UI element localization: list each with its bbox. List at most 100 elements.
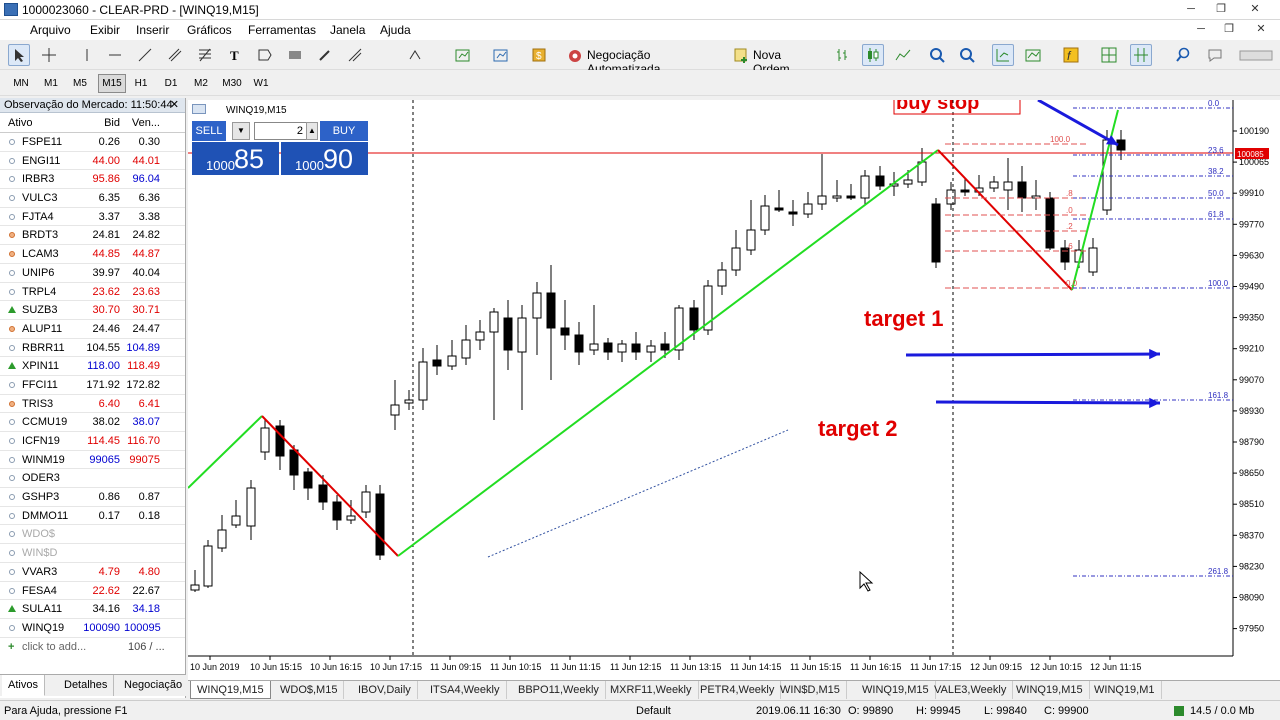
chart-canvas[interactable]: 1001901000659991099770996309949099350992… <box>188 100 1280 680</box>
chart-tab[interactable]: BBPO11,Weekly <box>512 681 606 699</box>
label-tool[interactable] <box>254 44 276 66</box>
market-watch-row[interactable]: SULA11 34.16 34.18 <box>0 600 185 619</box>
market-watch-row[interactable]: LCAM3 44.85 44.87 <box>0 245 185 264</box>
search-icon[interactable] <box>1172 44 1194 66</box>
menu-ajuda[interactable]: Ajuda <box>380 23 411 37</box>
tf-m30[interactable]: M30 <box>218 74 246 93</box>
buy-price[interactable]: 1000 90 <box>281 142 368 175</box>
new-chart-button[interactable] <box>452 44 474 66</box>
volume-up-icon[interactable]: ▲ <box>306 122 318 140</box>
vertical-line-tool[interactable] <box>76 44 98 66</box>
add-symbol-row[interactable]: + click to add... 106 / ... <box>0 638 185 658</box>
cursor-tool[interactable] <box>8 44 30 66</box>
market-watch-row[interactable]: FSPE11 0.26 0.30 <box>0 133 185 152</box>
crosshair-tool[interactable] <box>38 44 60 66</box>
account-button[interactable] <box>1236 44 1276 66</box>
tf-mn[interactable]: MN <box>8 74 34 93</box>
autoscroll-button[interactable] <box>992 44 1014 66</box>
market-watch-row[interactable]: IRBR3 95.86 96.04 <box>0 170 185 190</box>
tf-d1[interactable]: D1 <box>158 74 184 93</box>
market-watch-row[interactable]: ODER3 <box>0 469 185 489</box>
market-watch-row[interactable]: CCMU19 38.02 38.07 <box>0 413 185 432</box>
tab-negociacao[interactable]: Negociação <box>118 675 190 696</box>
market-watch-row[interactable]: ICFN19 114.45 116.70 <box>0 432 185 451</box>
rectangle-tool[interactable] <box>284 44 306 66</box>
shapes-tool[interactable] <box>404 44 426 66</box>
chat-icon[interactable] <box>1204 44 1226 66</box>
chart-tab[interactable]: WIN$D,M15 <box>774 681 847 699</box>
tf-m1[interactable]: M1 <box>38 74 64 93</box>
minimize-button[interactable]: ─ <box>1180 2 1202 17</box>
chart-tab[interactable]: WINQ19,M15 <box>190 681 271 699</box>
col-symbol[interactable]: Ativo <box>8 117 32 129</box>
auto-trading-button[interactable]: Negociação Automatizada <box>564 44 724 76</box>
zoom-out-icon[interactable] <box>956 44 978 66</box>
period-separators-button[interactable] <box>1130 44 1152 66</box>
buy-button[interactable]: BUY <box>320 121 368 141</box>
market-watch-row[interactable]: WINM19 99065 99075 <box>0 451 185 470</box>
market-watch-row[interactable]: TRIS3 6.40 6.41 <box>0 395 185 414</box>
tf-m15[interactable]: M15 <box>98 74 126 93</box>
chart-tab[interactable]: PETR4,Weekly <box>694 681 782 699</box>
market-watch-button[interactable]: $ <box>528 44 550 66</box>
pitchfork-tool[interactable] <box>344 44 366 66</box>
market-watch-row[interactable]: WDO$ <box>0 525 185 545</box>
new-order-button[interactable]: Nova Ordem <box>730 44 820 76</box>
zoom-in-icon[interactable] <box>926 44 948 66</box>
market-watch-row[interactable]: RBRR11 104.55 104.89 <box>0 339 185 358</box>
close-button[interactable]: ✕ <box>1244 2 1266 17</box>
market-watch-row[interactable]: XPIN11 118.00 118.49 <box>0 357 185 376</box>
chart-tab[interactable]: WINQ19,M1 <box>1088 681 1162 699</box>
market-watch-close-icon[interactable]: ✕ <box>170 98 179 112</box>
market-watch-row[interactable]: ENGI11 44.00 44.01 <box>0 152 185 171</box>
volume-down-icon[interactable]: ▼ <box>232 122 250 140</box>
market-watch-row[interactable]: FJTA4 3.37 3.38 <box>0 208 185 227</box>
indicators-button[interactable] <box>1022 44 1044 66</box>
market-watch-row[interactable]: VULC3 6.35 6.36 <box>0 189 185 208</box>
pen-tool[interactable] <box>314 44 336 66</box>
tf-m2[interactable]: M2 <box>188 74 214 93</box>
text-tool[interactable]: T <box>224 44 246 66</box>
chart-tab[interactable]: IBOV,Daily <box>352 681 418 699</box>
menu-graficos[interactable]: Gráficos <box>187 23 232 37</box>
market-watch-row[interactable]: TRPL4 23.62 23.63 <box>0 283 185 302</box>
bar-chart-button[interactable] <box>832 44 854 66</box>
market-watch-row[interactable]: UNIP6 39.97 40.04 <box>0 264 185 283</box>
chart-tab[interactable]: WINQ19,M15 <box>856 681 936 699</box>
candlestick-button[interactable] <box>862 44 884 66</box>
market-watch-row[interactable]: SUZB3 30.70 30.71 <box>0 301 185 320</box>
market-watch-row[interactable]: ALUP11 24.46 24.47 <box>0 320 185 339</box>
market-watch-row[interactable]: WIN$D <box>0 544 185 563</box>
market-watch-row[interactable]: WINQ19 100090 100095 <box>0 619 185 638</box>
chart-tab[interactable]: WINQ19,M15 <box>1010 681 1090 699</box>
menu-ferramentas[interactable]: Ferramentas <box>248 23 316 37</box>
sell-button[interactable]: SELL <box>192 121 226 141</box>
chart-tab[interactable]: VALE3,Weekly <box>928 681 1014 699</box>
chart-tab[interactable]: WDO$,M15 <box>274 681 345 699</box>
menu-inserir[interactable]: Inserir <box>136 23 169 37</box>
horizontal-line-tool[interactable] <box>104 44 126 66</box>
connection-icon[interactable] <box>1174 706 1184 716</box>
mdi-minimize-button[interactable]: ─ <box>1190 22 1212 37</box>
market-watch-row[interactable]: FFCI11 171.92 172.82 <box>0 376 185 395</box>
chart-window[interactable]: 100190 100065 99910 99770 99630 99490 99350 992… <box>188 100 1280 690</box>
market-watch-row[interactable]: FESA4 22.62 22.67 <box>0 582 185 601</box>
profiles-button[interactable] <box>490 44 512 66</box>
fibonacci-tool[interactable] <box>194 44 216 66</box>
chart-tab[interactable]: ITSA4,Weekly <box>424 681 507 699</box>
chart-tab[interactable]: MXRF11,Weekly <box>604 681 699 699</box>
market-watch-row[interactable]: BRDT3 24.81 24.82 <box>0 226 185 246</box>
mdi-restore-button[interactable]: ❐ <box>1218 22 1240 37</box>
function-button[interactable]: f <box>1060 44 1082 66</box>
line-chart-button[interactable] <box>892 44 914 66</box>
menu-janela[interactable]: Janela <box>330 23 365 37</box>
mdi-close-button[interactable]: ✕ <box>1250 22 1272 37</box>
menu-exibir[interactable]: Exibir <box>90 23 120 37</box>
tab-detalhes[interactable]: Detalhes <box>58 675 115 696</box>
channel-tool[interactable] <box>164 44 186 66</box>
col-ask[interactable]: Ven... <box>124 117 160 129</box>
market-watch-row[interactable]: GSHP3 0.86 0.87 <box>0 488 185 507</box>
col-bid[interactable]: Bid <box>80 117 120 129</box>
market-watch-row[interactable]: DMMO11 0.17 0.18 <box>0 507 185 526</box>
tf-w1[interactable]: W1 <box>248 74 274 93</box>
